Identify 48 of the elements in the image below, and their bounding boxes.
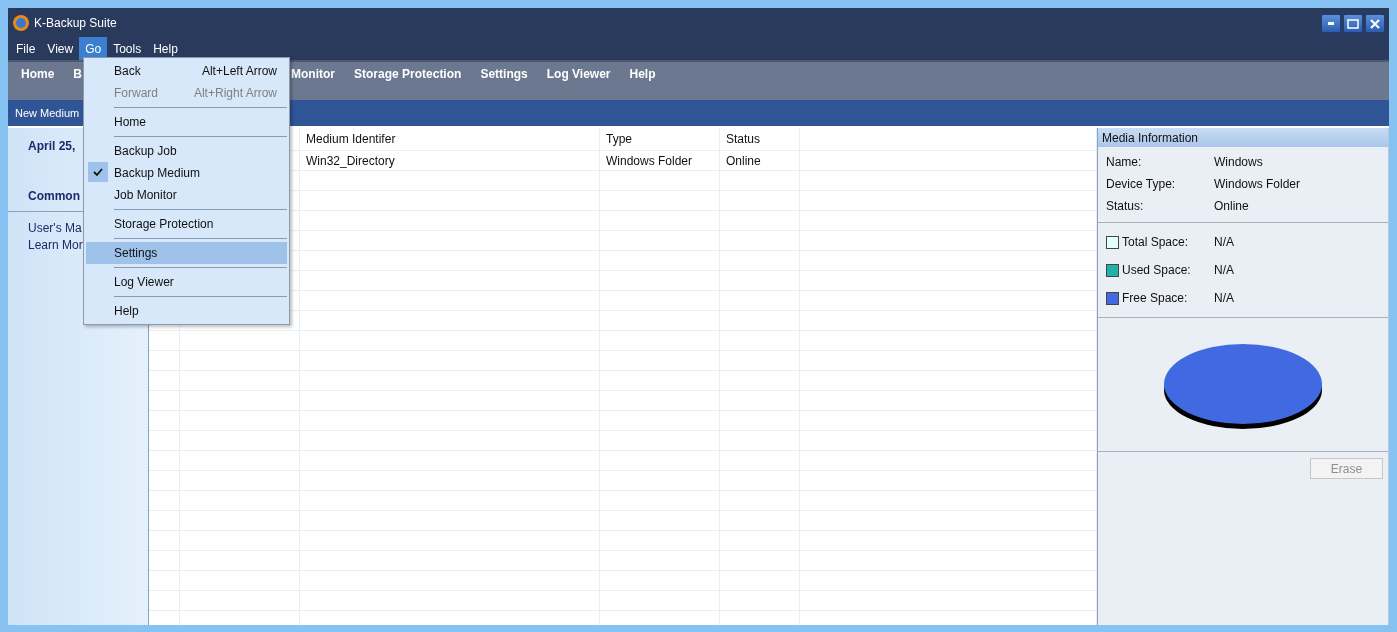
- app-logo-icon: [12, 13, 30, 32]
- toolbar-tab[interactable]: Log Viewer: [539, 66, 623, 82]
- info-value: Online: [1214, 199, 1250, 213]
- menu-item[interactable]: Storage Protection: [86, 213, 287, 235]
- legend-value: N/A: [1214, 235, 1235, 249]
- menu-item[interactable]: Help: [86, 300, 287, 322]
- panel-title: Media Information: [1098, 128, 1388, 147]
- minimize-button[interactable]: [1321, 14, 1341, 33]
- window-title: K-Backup Suite: [34, 15, 117, 30]
- menu-item[interactable]: Settings: [86, 242, 287, 264]
- info-label: Status:: [1106, 199, 1145, 213]
- legend-label: Used Space:: [1122, 263, 1191, 277]
- menu-item[interactable]: Log Viewer: [86, 271, 287, 293]
- toolbar-tab[interactable]: Home: [14, 66, 67, 82]
- info-value: Windows Folder: [1214, 177, 1302, 191]
- menu-item[interactable]: View: [41, 37, 80, 60]
- table-cell: Online: [720, 151, 800, 170]
- column-header[interactable]: Type: [600, 128, 720, 150]
- column-header[interactable]: Medium Identifer: [300, 128, 600, 150]
- legend-label: Free Space:: [1122, 291, 1188, 305]
- menu-item[interactable]: Backup Medium: [86, 162, 287, 184]
- menu-item[interactable]: Help: [147, 37, 184, 60]
- toolbar-tab[interactable]: Help: [622, 66, 668, 82]
- legend-value: N/A: [1214, 291, 1235, 305]
- menu-item[interactable]: Home: [86, 111, 287, 133]
- menu-item[interactable]: Backup Job: [86, 140, 287, 162]
- maximize-button[interactable]: [1343, 14, 1363, 33]
- toolbar-tab[interactable]: Storage Protection: [347, 66, 474, 82]
- sidebar-link[interactable]: User's Ma: [28, 220, 82, 237]
- table-cell: Win32_Directory: [300, 151, 600, 170]
- sidebar-link[interactable]: Learn Mor: [28, 237, 83, 254]
- section-title: New Medium: [15, 107, 80, 119]
- info-label: Name:: [1106, 155, 1143, 169]
- info-label: Device Type:: [1106, 177, 1177, 191]
- menu-item[interactable]: File: [10, 37, 42, 60]
- legend-label: Total Space:: [1122, 235, 1189, 249]
- minimize-icon: [1328, 22, 1334, 25]
- legend-value: N/A: [1214, 263, 1235, 277]
- close-icon: [1370, 18, 1380, 29]
- menu-item[interactable]: Back Alt+Left Arrow: [86, 60, 287, 82]
- menu-item[interactable]: Tools: [107, 37, 148, 60]
- column-header[interactable]: Status: [720, 128, 800, 150]
- maximize-icon: [1347, 18, 1359, 29]
- close-button[interactable]: [1365, 14, 1385, 33]
- info-value: Windows: [1214, 155, 1264, 169]
- date-text: April 25,: [28, 139, 76, 153]
- table-cell: Windows Folder: [600, 151, 720, 170]
- toolbar-tab[interactable]: Settings: [473, 66, 540, 82]
